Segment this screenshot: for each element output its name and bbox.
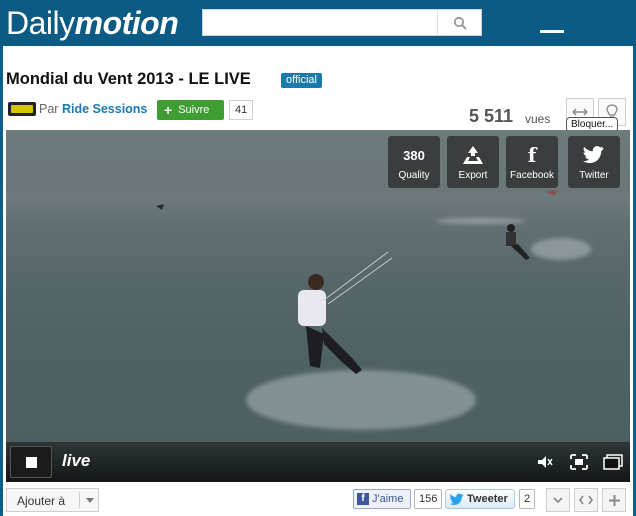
logo-text-bold: motion [74,5,179,41]
follower-count: 41 [229,100,254,120]
twitter-share-button[interactable]: Twitter [568,136,620,188]
export-icon [463,146,483,164]
add-to-label: Ajouter à [17,494,66,508]
embed-button[interactable] [574,488,598,512]
video-title: Mondial du Vent 2013 - LE LIVE [6,70,251,88]
export-label: Export [458,170,488,181]
volume-icon[interactable] [536,454,554,470]
like-count: 156 [414,489,443,509]
stop-button[interactable] [10,446,52,478]
official-badge: official [281,73,322,88]
search-button[interactable] [437,10,481,35]
tweet-label: Tweeter [467,493,508,505]
menu-icon[interactable] [540,30,564,33]
logo-text-light: Daily [6,5,75,41]
add-to-dropdown[interactable]: Ajouter à [6,488,99,512]
popout-icon[interactable] [603,454,623,470]
twitter-label: Twitter [579,170,609,181]
stop-icon [25,456,37,468]
chevron-down-icon [553,496,563,503]
channel-link[interactable]: Ride Sessions [62,102,147,116]
channel-byline: Par Ride Sessions [39,102,147,116]
facebook-icon: f [527,143,537,167]
player-controls: live [6,442,630,482]
chevron-down-icon [86,498,94,503]
content-panel: Mondial du Vent 2013 - LE LIVE official … [3,46,633,516]
video-player[interactable]: 380 Quality Export f Facebook Twitter li… [6,130,630,482]
facebook-share-button[interactable]: f Facebook [506,136,558,188]
by-label: Par [39,102,59,116]
plus-icon [608,494,620,506]
channel-logo[interactable] [8,102,36,116]
more-button[interactable] [602,488,626,512]
export-button[interactable]: Export [447,136,499,188]
facebook-like-button[interactable]: f J'aime [353,489,411,509]
twitter-icon [583,146,604,164]
search-box [202,9,482,36]
resize-arrows-icon [572,108,588,116]
top-bar: Dailymotion [0,0,636,46]
code-icon [579,495,593,505]
like-label: J'aime [372,493,404,505]
collapse-button[interactable] [546,488,570,512]
quality-button[interactable]: 380 Quality [388,136,440,188]
quality-label: Quality [398,170,430,181]
fullscreen-icon[interactable] [570,454,588,470]
plus-icon: + [164,102,173,118]
view-count: 5 511 [469,106,514,126]
tweet-button[interactable]: Tweeter [445,489,515,509]
quality-value: 380 [403,147,425,163]
facebook-icon: f [357,493,369,505]
twitter-icon [450,493,464,505]
follow-button[interactable]: + Suivre [157,100,224,120]
dailymotion-logo[interactable]: Dailymotion [6,4,179,42]
views-label: vues [525,112,551,126]
search-input[interactable] [203,10,437,35]
live-indicator: live [62,451,91,470]
search-icon [453,16,467,30]
follow-label: Suivre [178,104,210,116]
tweet-count: 2 [519,489,536,509]
facebook-label: Facebook [510,170,554,181]
